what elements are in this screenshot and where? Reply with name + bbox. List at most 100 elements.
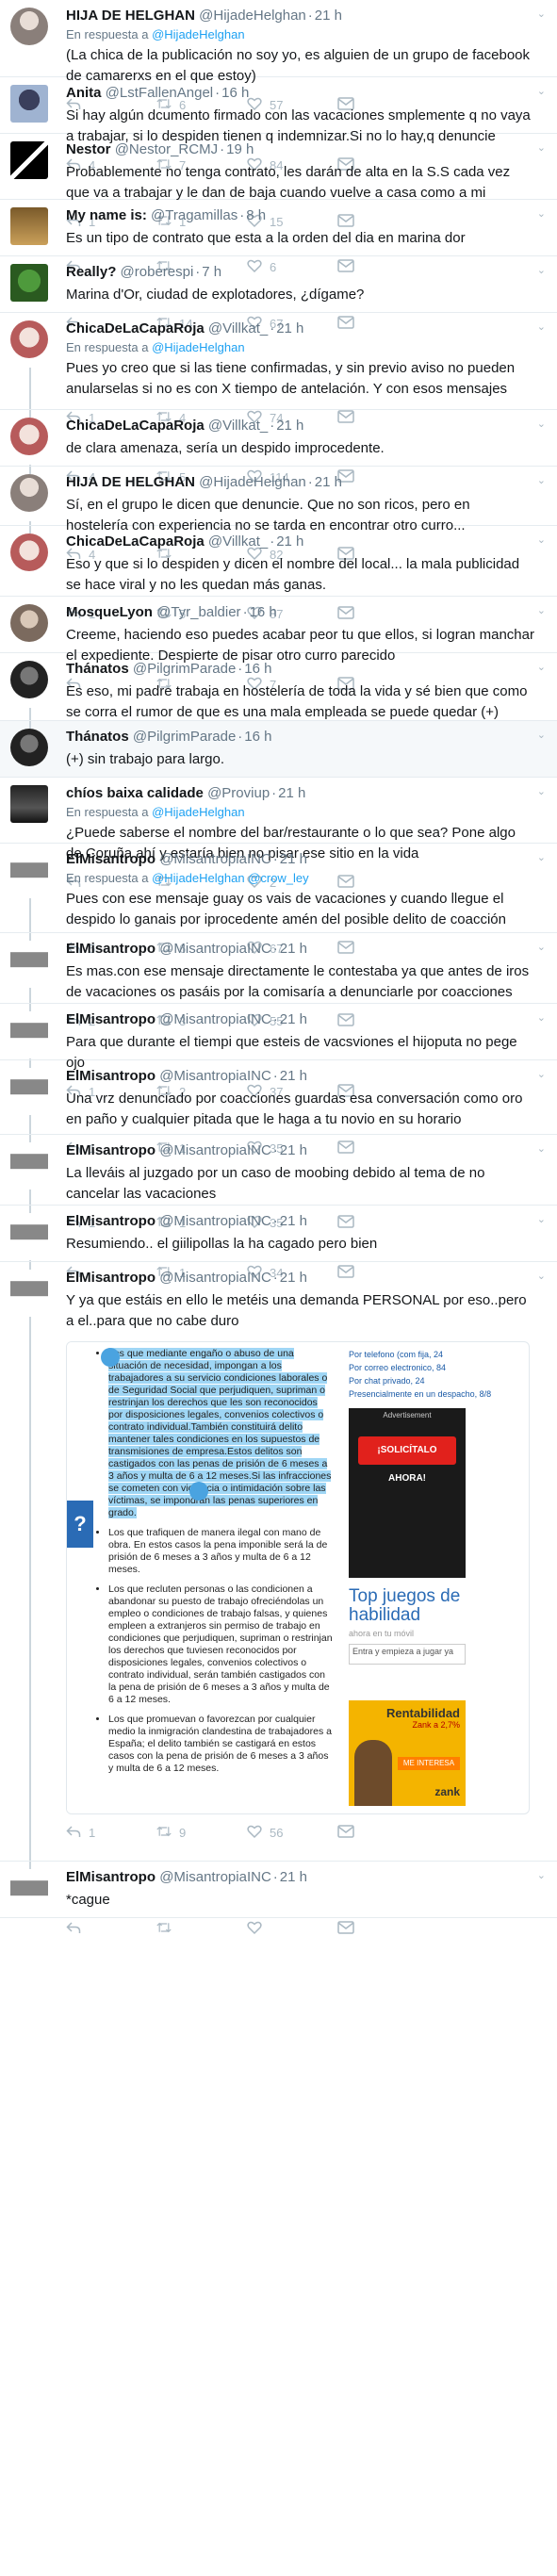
user-handle[interactable]: @Villkat_ [208, 418, 268, 434]
retweet-button[interactable]: 9 [156, 1824, 247, 1842]
chevron-down-icon[interactable]: ⌄ [537, 604, 546, 616]
user-handle[interactable]: @LstFallenAngel [106, 85, 213, 101]
timestamp[interactable]: 21 h [280, 851, 307, 867]
user-handle[interactable]: @Tragamillas [151, 207, 238, 223]
timestamp[interactable]: 21 h [280, 1270, 307, 1286]
chevron-down-icon[interactable]: ⌄ [537, 1270, 546, 1282]
tweet[interactable]: ⌄ ElMisantropo @MisantropiaINC · 21 h Una vr… [0, 1060, 557, 1156]
avatar[interactable] [10, 604, 48, 642]
avatar[interactable] [10, 85, 48, 123]
display-name[interactable]: ChicaDeLaCapaRoja [66, 533, 205, 550]
tweet[interactable]: ⌄ ChicaDeLaCapaRoja @Villkat_ · 21 h Eso y q… [0, 526, 557, 621]
timestamp[interactable]: 16 h [244, 729, 271, 745]
tweet[interactable]: ⌄ chíos baixa calidade @Proviup · 21 h En re… [0, 778, 557, 890]
display-name[interactable]: ChicaDeLaCapaRoja [66, 418, 205, 434]
display-name[interactable]: MosqueLyon [66, 604, 153, 620]
tweet[interactable]: ⌄ Nestor @Nestor_RCMJ · 19 h Probablemente n… [0, 134, 557, 229]
user-handle[interactable]: @Nestor_RCMJ [115, 141, 218, 157]
user-handle[interactable]: @MisantropiaINC [159, 941, 271, 957]
chevron-down-icon[interactable]: ⌄ [537, 1068, 546, 1080]
user-handle[interactable]: @PilgrimParade [133, 729, 236, 745]
reply-button[interactable] [66, 1920, 156, 1938]
avatar[interactable] [10, 941, 48, 978]
timestamp[interactable]: 21 h [315, 8, 342, 24]
timestamp[interactable]: 21 h [278, 785, 305, 801]
display-name[interactable]: HIJA DE HELGHAN [66, 8, 195, 24]
reply-to-link[interactable]: @HijadeHelghan [152, 805, 244, 819]
chevron-down-icon[interactable]: ⌄ [537, 533, 546, 546]
direct-message-button[interactable] [337, 1824, 428, 1841]
tweet[interactable]: ⌄ MosqueLyon @Tyr_baldier · 16 h Creeme, hac… [0, 597, 557, 692]
avatar[interactable] [10, 264, 48, 302]
chevron-down-icon[interactable]: ⌄ [537, 8, 546, 20]
display-name[interactable]: ElMisantropo [66, 1068, 156, 1084]
avatar[interactable] [10, 1068, 48, 1106]
display-name[interactable]: Nestor [66, 141, 111, 157]
user-handle[interactable]: @MisantropiaINC [159, 1869, 271, 1885]
display-name[interactable]: ElMisantropo [66, 1142, 156, 1158]
display-name[interactable]: ElMisantropo [66, 1011, 156, 1027]
user-handle[interactable]: @MisantropiaINC [159, 1068, 271, 1084]
timestamp[interactable]: 21 h [280, 1869, 307, 1885]
chevron-down-icon[interactable]: ⌄ [537, 418, 546, 430]
avatar[interactable] [10, 1213, 48, 1251]
user-handle[interactable]: @MisantropiaINC [159, 1213, 271, 1229]
tweet[interactable]: ⌄ ElMisantropo @MisantropiaINC · 21 h Para q… [0, 1004, 557, 1099]
avatar[interactable] [10, 533, 48, 571]
chevron-down-icon[interactable]: ⌄ [537, 264, 546, 276]
user-handle[interactable]: @Villkat_ [208, 320, 268, 336]
display-name[interactable]: ElMisantropo [66, 941, 156, 957]
chevron-down-icon[interactable]: ⌄ [537, 1142, 546, 1155]
avatar[interactable] [10, 661, 48, 698]
reply-button[interactable]: 1 [66, 1824, 156, 1842]
avatar[interactable] [10, 1270, 48, 1307]
avatar[interactable] [10, 785, 48, 823]
timestamp[interactable]: 16 h [244, 661, 271, 677]
user-handle[interactable]: @MisantropiaINC [159, 1142, 271, 1158]
timestamp[interactable]: 21 h [276, 418, 303, 434]
display-name[interactable]: ChicaDeLaCapaRoja [66, 320, 205, 336]
tweet[interactable]: ⌄ Really? @roberespi · 7 h Marina d'Or, ciud… [0, 256, 557, 331]
display-name[interactable]: Really? [66, 264, 116, 280]
user-handle[interactable]: @Tyr_baldier [156, 604, 240, 620]
like-button[interactable] [247, 1920, 337, 1938]
chevron-down-icon[interactable]: ⌄ [537, 474, 546, 486]
direct-message-button[interactable] [337, 1920, 428, 1937]
chevron-down-icon[interactable]: ⌄ [537, 941, 546, 953]
timestamp[interactable]: 21 h [315, 474, 342, 490]
chevron-down-icon[interactable]: ⌄ [537, 661, 546, 673]
tweet[interactable]: ⌄ ElMisantropo @MisantropiaINC · 21 h Resumi… [0, 1206, 557, 1280]
avatar[interactable] [10, 851, 48, 889]
avatar[interactable] [10, 729, 48, 766]
user-handle[interactable]: @MisantropiaINC [159, 851, 271, 867]
avatar[interactable] [10, 1011, 48, 1049]
avatar[interactable] [10, 8, 48, 45]
display-name[interactable]: Thánatos [66, 661, 129, 677]
timestamp[interactable]: 21 h [280, 1068, 307, 1084]
chevron-down-icon[interactable]: ⌄ [537, 1011, 546, 1024]
user-handle[interactable]: @Villkat_ [208, 533, 268, 550]
tweet[interactable]: ⌄ ElMisantropo @MisantropiaINC · 21 h Es mas… [0, 933, 557, 1028]
reply-to-link[interactable]: @HijadeHelghan [152, 27, 244, 41]
chevron-down-icon[interactable]: ⌄ [537, 320, 546, 333]
chevron-down-icon[interactable]: ⌄ [537, 207, 546, 220]
attached-image[interactable]: ? Los que mediante engaño o abuso de una … [66, 1341, 530, 1814]
tweet[interactable]: ⌄ ElMisantropo @MisantropiaINC · 21 h Y ya q… [0, 1262, 557, 1862]
timestamp[interactable]: 21 h [280, 941, 307, 957]
display-name[interactable]: chíos baixa calidade [66, 785, 204, 801]
user-handle[interactable]: @HijadeHelghan [199, 474, 306, 490]
display-name[interactable]: ElMisantropo [66, 1213, 156, 1229]
chevron-down-icon[interactable]: ⌄ [537, 141, 546, 154]
chevron-down-icon[interactable]: ⌄ [537, 85, 546, 97]
reply-to-link[interactable]: @HijadeHelghan [152, 340, 244, 354]
tweet[interactable]: ⌄ ElMisantropo @MisantropiaINC · 21 h En res… [0, 844, 557, 956]
tweet[interactable]: ⌄ ElMisantropo @MisantropiaINC · 21 h La lle… [0, 1135, 557, 1230]
display-name[interactable]: ElMisantropo [66, 1270, 156, 1286]
retweet-button[interactable] [156, 1920, 247, 1938]
user-handle[interactable]: @Proviup [207, 785, 270, 801]
timestamp[interactable]: 21 h [280, 1213, 307, 1229]
display-name[interactable]: Thánatos [66, 729, 129, 745]
user-handle[interactable]: @PilgrimParade [133, 661, 236, 677]
tweet[interactable]: ⌄ Thánatos @PilgrimParade · 16 h (+) sin tra… [0, 721, 557, 778]
tweet[interactable]: ⌄ Thánatos @PilgrimParade · 16 h Es eso, mi … [0, 653, 557, 748]
